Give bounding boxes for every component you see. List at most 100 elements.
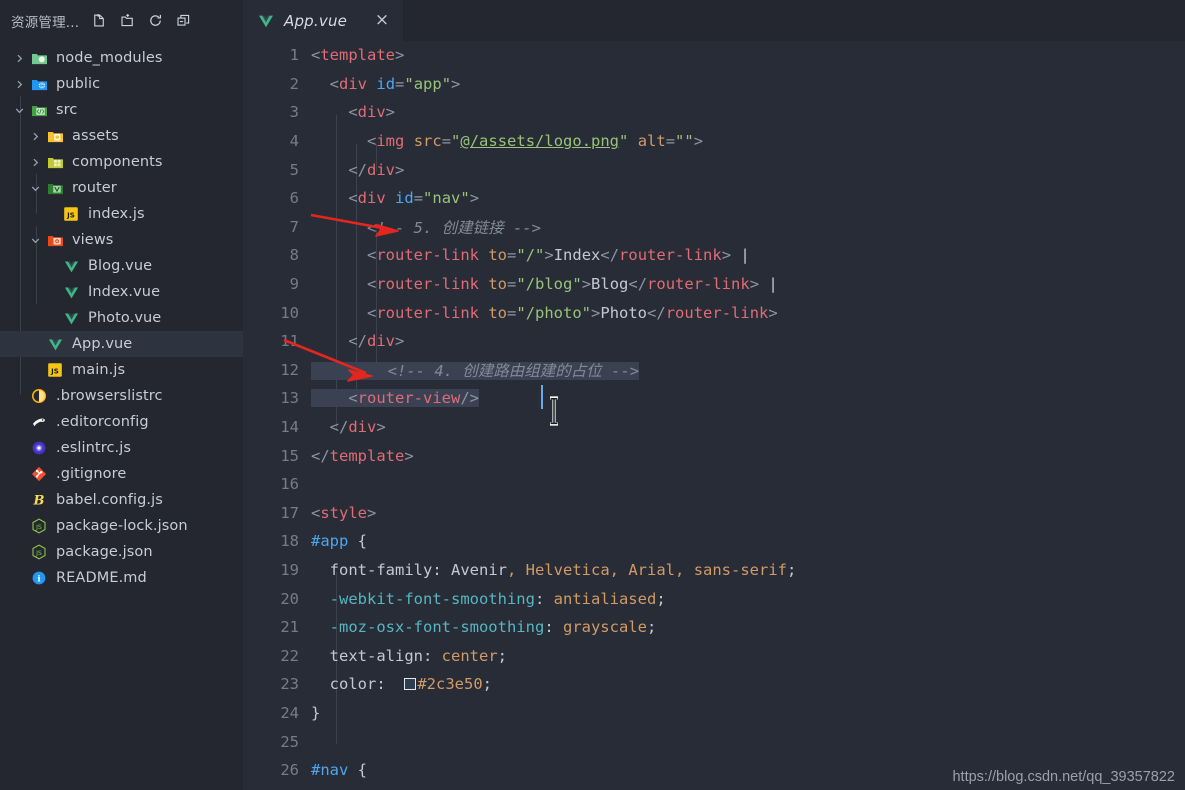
chevron-right-icon[interactable] bbox=[10, 53, 28, 64]
git-icon bbox=[28, 466, 50, 482]
tree-item-label: package.json bbox=[56, 544, 153, 560]
line-content: text-align: center; bbox=[329, 646, 508, 665]
tree-item-package-json[interactable]: JS package.json bbox=[0, 539, 243, 565]
vue-file-icon bbox=[60, 311, 82, 326]
folder-src-icon bbox=[28, 103, 50, 118]
tree-item-package-lock-json[interactable]: JS package-lock.json bbox=[0, 513, 243, 539]
color-swatch[interactable] bbox=[404, 678, 417, 691]
js-file-icon: JS bbox=[44, 362, 66, 378]
folder-public-icon bbox=[28, 77, 50, 92]
line-content: </div> bbox=[348, 332, 405, 351]
code-line: 20 -webkit-font-smoothing: antialiased; bbox=[243, 584, 1185, 613]
chevron-right-icon[interactable] bbox=[10, 79, 28, 90]
editor-tab-bar: App.vue × bbox=[243, 0, 1185, 41]
chevron-down-icon[interactable] bbox=[26, 183, 44, 194]
tree-item-gitignore[interactable]: .gitignore bbox=[0, 461, 243, 487]
tree-item-router[interactable]: router bbox=[0, 175, 243, 201]
line-number: 13 bbox=[280, 389, 299, 408]
code-line: 19 font-family: Avenir, Helvetica, Arial… bbox=[243, 556, 1185, 585]
tree-item-label: Blog.vue bbox=[88, 258, 153, 274]
line-content: #app { bbox=[311, 532, 368, 551]
close-icon[interactable]: × bbox=[373, 12, 391, 29]
line-number: 11 bbox=[280, 332, 299, 351]
code-editor[interactable]: 1 <template> 2 <div id="app"> 3 <div> 4 … bbox=[243, 41, 1185, 790]
line-content: <router-link to="/">Index</router-link> … bbox=[367, 246, 750, 265]
tree-item-main-js[interactable]: JS main.js bbox=[0, 357, 243, 383]
tree-item-label: Index.vue bbox=[88, 284, 161, 300]
code-line: 25 bbox=[243, 727, 1185, 756]
code-line-selected: 13 <router-view/> bbox=[243, 384, 1185, 413]
tree-item-label: .eslintrc.js bbox=[56, 440, 132, 456]
file-tree[interactable]: node_modules public src assets component… bbox=[0, 41, 243, 591]
line-content: </div> bbox=[348, 160, 405, 179]
line-number: 7 bbox=[289, 217, 299, 236]
line-number: 8 bbox=[289, 246, 299, 265]
editorconfig-icon bbox=[28, 414, 50, 430]
new-folder-icon[interactable] bbox=[113, 8, 141, 34]
tree-item-assets[interactable]: assets bbox=[0, 123, 243, 149]
chevron-right-icon[interactable] bbox=[26, 157, 44, 168]
folder-components-icon bbox=[44, 155, 66, 170]
tree-item-public[interactable]: public bbox=[0, 71, 243, 97]
refresh-icon[interactable] bbox=[141, 8, 169, 34]
vscode-window: 资源管理... node_modules public src assets c… bbox=[0, 0, 1185, 790]
tree-item-babel-config-js[interactable]: B babel.config.js bbox=[0, 487, 243, 513]
line-number: 23 bbox=[280, 675, 299, 694]
line-number: 5 bbox=[289, 160, 299, 179]
tree-item-eslintrc-js[interactable]: .eslintrc.js bbox=[0, 435, 243, 461]
tree-item-label: src bbox=[56, 102, 78, 118]
tree-item-photo-vue[interactable]: Photo.vue bbox=[0, 305, 243, 331]
tree-item-label: public bbox=[56, 76, 101, 92]
tree-item-readme-md[interactable]: i README.md bbox=[0, 565, 243, 591]
line-content: -webkit-font-smoothing: antialiased; bbox=[329, 589, 666, 608]
code-line: 21 -moz-osx-font-smoothing: grayscale; bbox=[243, 613, 1185, 642]
color-value: #2c3e50 bbox=[417, 675, 483, 694]
code-line: 10 <router-link to="/photo">Photo</route… bbox=[243, 298, 1185, 327]
tree-item-label: babel.config.js bbox=[56, 492, 163, 508]
tree-item-editorconfig[interactable]: .editorconfig bbox=[0, 409, 243, 435]
folder-assets-icon bbox=[44, 129, 66, 144]
mouse-ibeam-cursor bbox=[550, 396, 558, 426]
babel-icon: B bbox=[28, 492, 50, 508]
folder-router-icon bbox=[44, 181, 66, 196]
tree-item-views[interactable]: views bbox=[0, 227, 243, 253]
line-number: 10 bbox=[280, 303, 299, 322]
tree-item-browserslistrc[interactable]: .browserslistrc bbox=[0, 383, 243, 409]
code-line: 8 <router-link to="/">Index</router-link… bbox=[243, 241, 1185, 270]
chevron-down-icon[interactable] bbox=[26, 235, 44, 246]
line-number: 19 bbox=[280, 560, 299, 579]
line-number: 1 bbox=[289, 46, 299, 65]
line-content: <template> bbox=[311, 46, 405, 65]
collapse-all-icon[interactable] bbox=[169, 8, 197, 34]
new-file-icon[interactable] bbox=[85, 8, 113, 34]
line-content: font-family: Avenir, Helvetica, Arial, s… bbox=[329, 560, 797, 579]
code-line: 1 <template> bbox=[243, 41, 1185, 70]
tree-item-label: package-lock.json bbox=[56, 518, 188, 534]
watermark-url: https://blog.csdn.net/qq_39357822 bbox=[952, 769, 1175, 785]
tree-item-label: components bbox=[72, 154, 163, 170]
line-content: <style> bbox=[311, 503, 377, 522]
line-number: 2 bbox=[289, 74, 299, 93]
tree-item-index-js[interactable]: JS index.js bbox=[0, 201, 243, 227]
vue-file-icon bbox=[60, 259, 82, 274]
tree-item-label: index.js bbox=[88, 206, 145, 222]
chevron-down-icon[interactable] bbox=[10, 105, 28, 116]
line-number: 18 bbox=[280, 532, 299, 551]
tree-item-label: App.vue bbox=[72, 336, 133, 352]
tree-item-index-vue[interactable]: Index.vue bbox=[0, 279, 243, 305]
chevron-right-icon[interactable] bbox=[26, 131, 44, 142]
line-content: </template> bbox=[311, 446, 414, 465]
tree-item-blog-vue[interactable]: Blog.vue bbox=[0, 253, 243, 279]
tree-item-src[interactable]: src bbox=[0, 97, 243, 123]
folder-node-icon bbox=[28, 51, 50, 66]
tree-item-app-vue[interactable]: App.vue bbox=[0, 331, 243, 357]
code-line: 16 bbox=[243, 470, 1185, 499]
tree-item-node_modules[interactable]: node_modules bbox=[0, 45, 243, 71]
line-number: 26 bbox=[280, 761, 299, 780]
npm-icon: JS bbox=[28, 544, 50, 560]
editor-pane: App.vue × 1 <template> 2 <div id="app"> bbox=[243, 0, 1185, 790]
explorer-sidebar: 资源管理... node_modules public src assets c… bbox=[0, 0, 243, 790]
tree-item-components[interactable]: components bbox=[0, 149, 243, 175]
line-content: color: #2c3e50; bbox=[329, 675, 493, 694]
tab-app-vue[interactable]: App.vue × bbox=[243, 0, 403, 41]
